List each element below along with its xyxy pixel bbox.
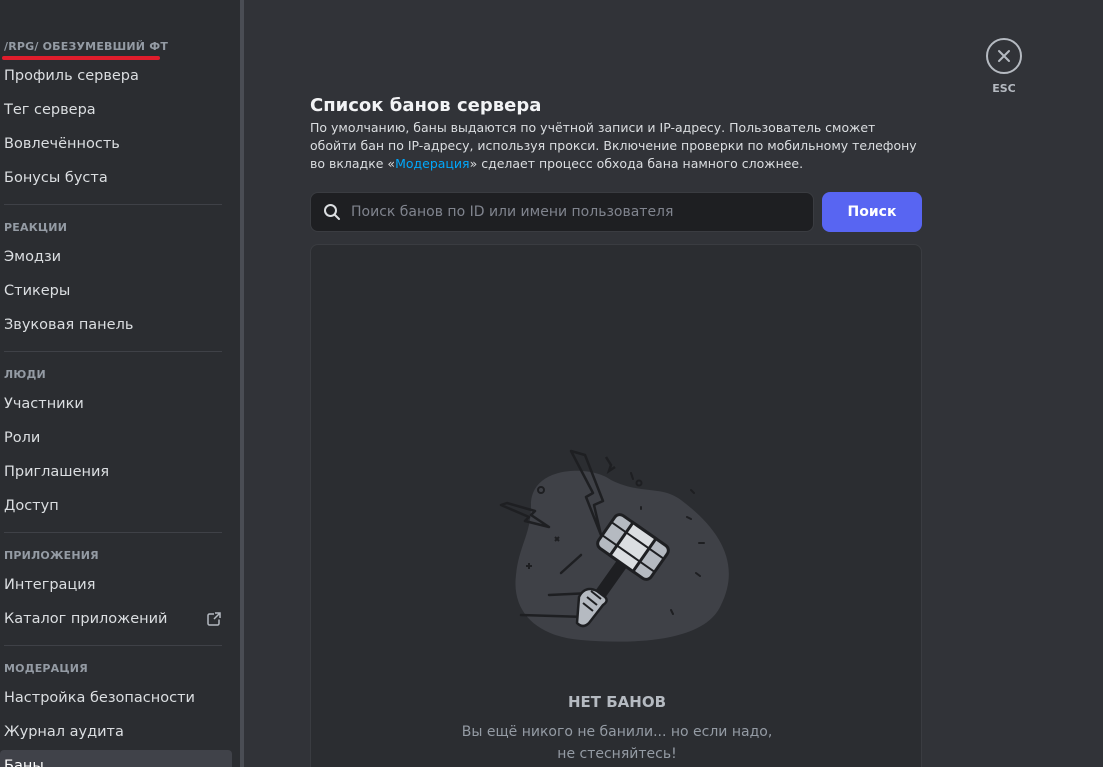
close-icon	[998, 50, 1010, 62]
sidebar-divider	[4, 645, 222, 646]
sidebar-item-server-profile[interactable]: Профиль сервера	[0, 60, 232, 92]
sidebar-item-audit-log[interactable]: Журнал аудита	[0, 716, 232, 748]
moderation-link[interactable]: Модерация	[395, 156, 470, 171]
sidebar-item-invites[interactable]: Приглашения	[0, 456, 232, 488]
bans-list-panel: НЕТ БАНОВ Вы ещё никого не банили... но …	[310, 244, 922, 767]
esc-label: ESC	[992, 82, 1016, 95]
section-header-people: ЛЮДИ	[4, 368, 46, 381]
search-button[interactable]: Поиск	[822, 192, 922, 232]
sidebar-item-server-tag[interactable]: Тег сервера	[0, 94, 232, 126]
page-title: Список банов сервера	[310, 95, 542, 116]
sidebar-item-app-directory[interactable]: Каталог приложений	[0, 603, 232, 635]
sidebar-item-bans[interactable]: Баны	[0, 750, 232, 767]
sidebar-item-label: Каталог приложений	[4, 611, 168, 627]
server-name-header: /RPG/ ОБЕЗУМЕВШИЙ ФТ	[4, 40, 169, 53]
search-icon	[324, 204, 340, 220]
empty-state-text: Вы ещё никого не банили... но если надо,…	[311, 721, 923, 765]
sidebar-divider	[4, 351, 222, 352]
sidebar-item-stickers[interactable]: Стикеры	[0, 275, 232, 307]
sidebar-divider	[4, 204, 222, 205]
close-button[interactable]	[986, 38, 1022, 74]
settings-sidebar: /RPG/ ОБЕЗУМЕВШИЙ ФТ Профиль сервера Тег…	[0, 0, 240, 767]
sidebar-item-safety-setup[interactable]: Настройка безопасности	[0, 682, 232, 714]
page-description: По умолчанию, баны выдаются по учётной з…	[310, 119, 922, 173]
description-text: » сделает процесс обхода бана намного сл…	[469, 156, 804, 171]
sidebar-divider	[4, 532, 222, 533]
sidebar-item-boost-perks[interactable]: Бонусы буста	[0, 162, 232, 194]
main-content: ESC Список банов сервера По умолчанию, б…	[244, 0, 1103, 767]
empty-state-line: не стесняйтесь!	[557, 746, 677, 762]
sidebar-item-members[interactable]: Участники	[0, 388, 232, 420]
search-box	[310, 192, 814, 232]
sidebar-item-soundboard[interactable]: Звуковая панель	[0, 309, 232, 341]
section-header-moderation: МОДЕРАЦИЯ	[4, 662, 88, 675]
ban-hammer-icon	[499, 449, 729, 642]
search-input[interactable]	[351, 204, 791, 220]
empty-state-line: Вы ещё никого не банили... но если надо,	[461, 724, 773, 740]
section-header-apps: ПРИЛОЖЕНИЯ	[4, 549, 99, 562]
sidebar-item-engagement[interactable]: Вовлечённость	[0, 128, 232, 160]
section-header-reactions: РЕАКЦИИ	[4, 221, 68, 234]
sidebar-item-emoji[interactable]: Эмодзи	[0, 241, 232, 273]
sidebar-item-integrations[interactable]: Интеграция	[0, 569, 232, 601]
sidebar-item-roles[interactable]: Роли	[0, 422, 232, 454]
empty-state-title: НЕТ БАНОВ	[567, 693, 667, 711]
external-link-icon	[207, 611, 222, 626]
sidebar-item-access[interactable]: Доступ	[0, 490, 232, 522]
